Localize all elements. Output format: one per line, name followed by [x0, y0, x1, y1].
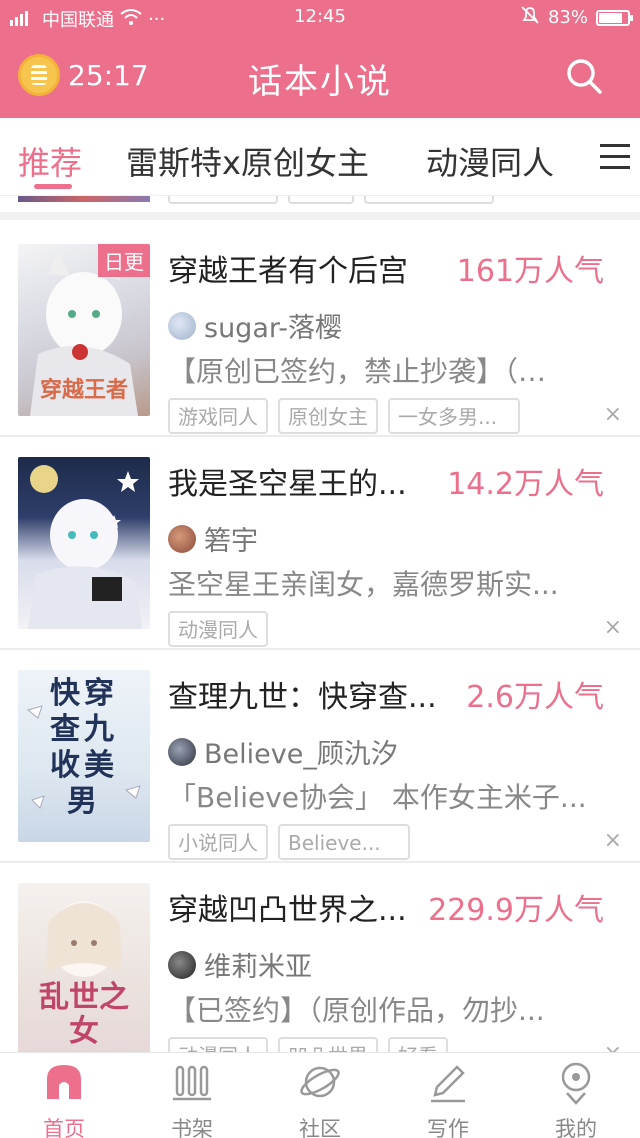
book-card[interactable]: 快穿查九收美男 查理九世：快穿查... 2.6万人气 Believe_顾氿汐 「… — [0, 650, 640, 863]
active-tab-indicator — [34, 184, 72, 189]
cover-title: 穿越王者 — [39, 377, 128, 403]
book-title[interactable]: 穿越王者有个后宫 — [168, 246, 408, 290]
book-title[interactable]: 穿越凹凸世界之... — [168, 885, 407, 929]
tag[interactable]: 小说同人 — [168, 824, 268, 860]
nav-label: 写作 — [427, 1117, 469, 1138]
tag[interactable]: 动漫同人 — [168, 611, 268, 647]
book-card[interactable]: 我是圣空星王的... 14.2万人气 箬宇 圣空星王亲闺女，嘉德罗斯实... 动… — [0, 437, 640, 650]
bottom-navigation: 首页 书架 社区 写作 我的 — [0, 1052, 640, 1138]
book-description: 【已签约】（原创作品，勿抄... — [168, 994, 545, 1027]
book-title[interactable]: 查理九世：快穿查... — [168, 672, 437, 716]
battery-percent: 83% — [547, 7, 588, 28]
avatar — [168, 950, 196, 979]
author-name: 箬宇 — [204, 526, 258, 557]
mute-bell-icon — [520, 5, 540, 30]
nav-profile[interactable]: 我的 — [512, 1059, 640, 1138]
dismiss-close-icon[interactable]: × — [604, 828, 622, 853]
author-row[interactable]: 箬宇 — [168, 519, 258, 558]
nav-write[interactable]: 写作 — [384, 1059, 512, 1138]
tag-list: 动漫同人 — [168, 611, 268, 647]
tag-list: 动漫同人 凹凸世界 好看 — [168, 1037, 448, 1052]
dismiss-close-icon[interactable]: × — [604, 615, 622, 640]
search-icon[interactable] — [564, 56, 604, 96]
battery-icon — [596, 9, 633, 26]
avatar — [168, 311, 196, 340]
cover-title: 快穿查九收美男 — [50, 676, 118, 819]
popularity-count: 161万人气 — [456, 254, 604, 289]
profile-icon — [553, 1062, 599, 1109]
author-row[interactable]: sugar-落樱 — [168, 306, 342, 345]
dismiss-close-icon[interactable]: × — [604, 1041, 622, 1052]
tag[interactable]: 游戏同人 — [168, 398, 268, 434]
tag-list: 小说同人 Believe... — [168, 824, 410, 860]
pen-icon — [425, 1065, 471, 1109]
author-row[interactable]: Believe_顾氿汐 — [168, 732, 398, 771]
avatar — [168, 524, 196, 553]
popularity-count: 14.2万人气 — [447, 467, 604, 502]
tab-lester-original[interactable]: 雷斯特x原创女主 — [126, 138, 369, 184]
author-name: Believe_顾氿汐 — [204, 739, 398, 770]
book-description: 「Believe协会」 本作女主米子... — [168, 781, 587, 814]
tag[interactable]: 动漫同人 — [168, 1037, 268, 1052]
daily-update-badge: 日更 — [98, 244, 150, 277]
author-name: sugar-落樱 — [204, 313, 342, 344]
nav-bookshelf[interactable]: 书架 — [128, 1059, 256, 1138]
book-cover[interactable] — [18, 457, 150, 629]
book-feed[interactable]: 日更 穿越王者 穿越王者有个后宫 161万人气 sugar-落樱 【原创已签约，… — [0, 196, 640, 1052]
app-header: 25:17 话本小说 — [0, 34, 640, 118]
tag[interactable]: 一女多男... — [388, 398, 520, 434]
nav-label: 社区 — [299, 1117, 341, 1138]
tab-recommend[interactable]: 推荐 — [18, 138, 82, 184]
tag-list: 游戏同人 原创女主 一女多男... — [168, 398, 520, 434]
status-bar: 中国联通 ··· 12:45 83% — [0, 0, 640, 34]
book-cover[interactable]: 乱世之女 — [18, 883, 150, 1052]
book-cover[interactable]: 日更 穿越王者 — [18, 244, 150, 416]
tag[interactable]: 原创女主 — [278, 398, 378, 434]
tag[interactable]: 好看 — [388, 1037, 448, 1052]
book-card[interactable]: 乱世之女 穿越凹凸世界之... 229.9万人气 维莉米亚 【已签约】（原创作品… — [0, 863, 640, 1052]
home-icon — [41, 1065, 87, 1109]
popularity-count: 229.9万人气 — [428, 893, 604, 928]
app-title: 话本小说 — [248, 62, 392, 102]
nav-label: 我的 — [555, 1117, 597, 1138]
nav-community[interactable]: 社区 — [256, 1059, 384, 1138]
cover-title: 乱世之女 — [39, 980, 129, 1049]
previous-card-remnant — [0, 196, 640, 220]
dismiss-close-icon[interactable]: × — [604, 402, 622, 427]
planet-icon — [297, 1066, 343, 1109]
nav-label: 书架 — [171, 1117, 213, 1138]
bookshelf-icon — [169, 1065, 215, 1109]
popularity-count: 2.6万人气 — [466, 680, 604, 715]
category-tabs: 推荐 雷斯特x原创女主 动漫同人 — [0, 118, 640, 196]
book-card[interactable]: 日更 穿越王者 穿越王者有个后宫 161万人气 sugar-落樱 【原创已签约，… — [0, 224, 640, 437]
book-description: 【原创已签约，禁止抄袭】（… — [168, 355, 547, 388]
book-description: 圣空星王亲闺女，嘉德罗斯实... — [168, 568, 559, 601]
tag[interactable]: 凹凸世界 — [278, 1037, 378, 1052]
tag[interactable]: Believe... — [278, 824, 410, 860]
book-title[interactable]: 我是圣空星王的... — [168, 459, 407, 503]
book-cover[interactable]: 快穿查九收美男 — [18, 670, 150, 842]
nav-home[interactable]: 首页 — [0, 1059, 128, 1138]
author-name: 维莉米亚 — [204, 952, 312, 983]
menu-icon[interactable] — [600, 144, 630, 170]
nav-label: 首页 — [43, 1117, 85, 1138]
avatar — [168, 737, 196, 766]
author-row[interactable]: 维莉米亚 — [168, 945, 312, 984]
tab-anime-fanfic[interactable]: 动漫同人 — [426, 138, 554, 184]
